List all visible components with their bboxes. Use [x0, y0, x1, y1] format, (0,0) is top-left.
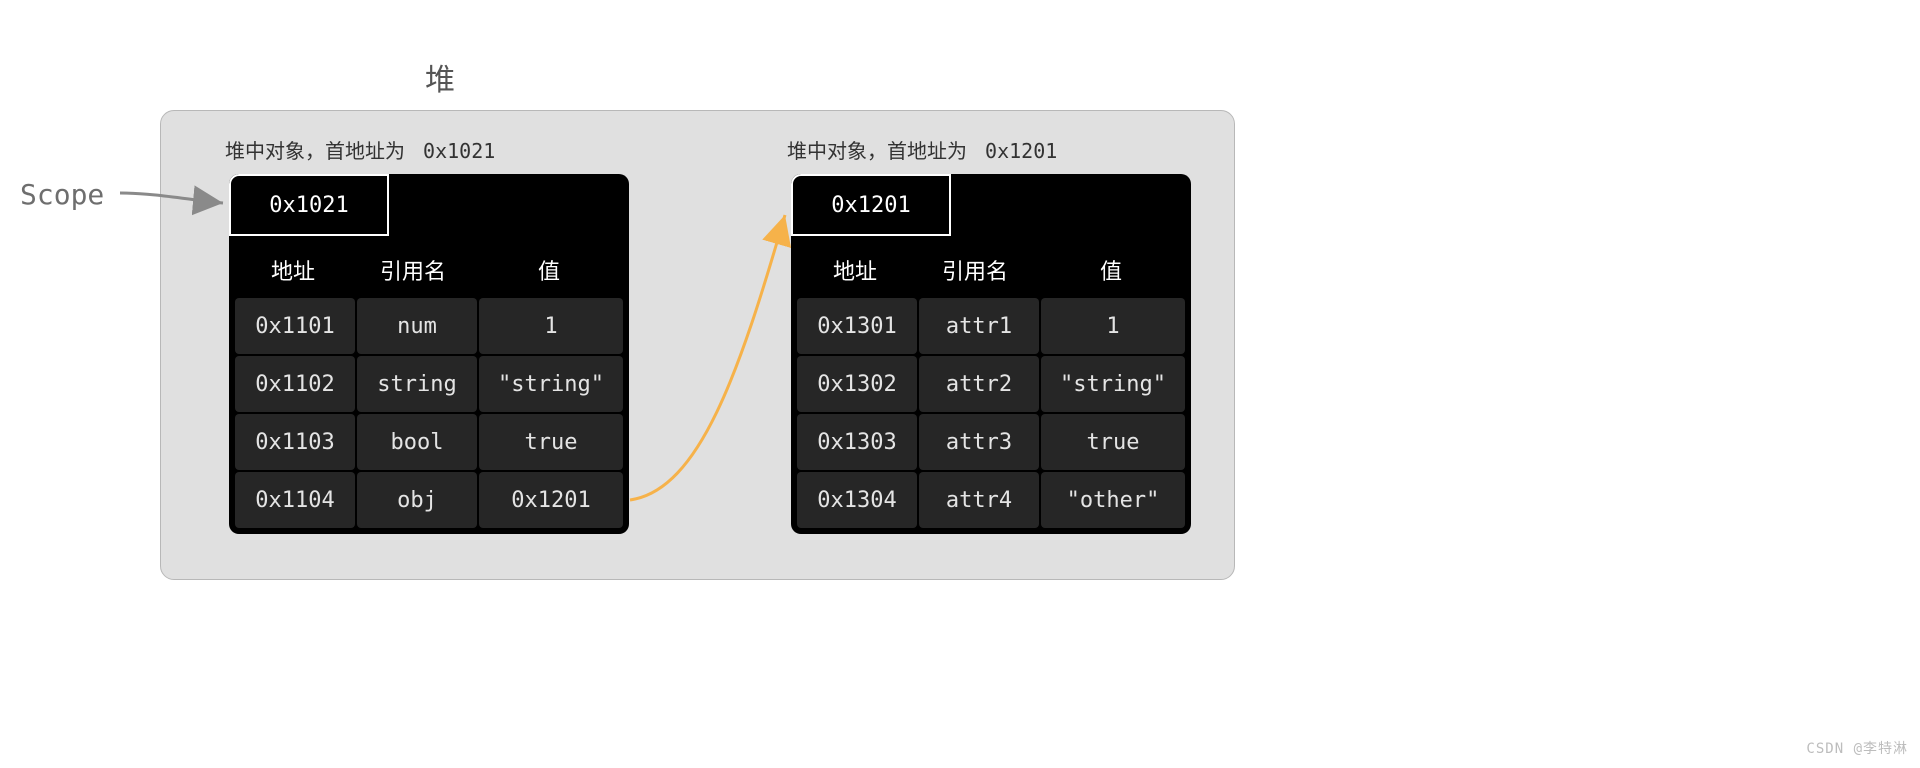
cell-value: "string": [1041, 356, 1185, 412]
cell-name: attr2: [919, 356, 1039, 412]
cell-value: 1: [1041, 298, 1185, 354]
table-row: 0x1301 attr1 1: [797, 298, 1185, 354]
block-b-start-address: 0x1201: [791, 174, 951, 236]
block-a-start-address: 0x1021: [229, 174, 389, 236]
block-b-caption: 堆中对象，首地址为 0x1201: [787, 135, 1057, 164]
cell-address: 0x1302: [797, 356, 917, 412]
cell-value: true: [1041, 414, 1185, 470]
scope-label: Scope: [20, 178, 104, 211]
cell-name: obj: [357, 472, 477, 528]
cell-address: 0x1304: [797, 472, 917, 528]
table-row: 0x1103 bool true: [235, 414, 623, 470]
block-b-caption-prefix: 堆中对象，首地址为: [787, 139, 967, 163]
heap-title: 堆: [425, 55, 463, 99]
column-header-name: 引用名: [915, 254, 1035, 286]
cell-address: 0x1301: [797, 298, 917, 354]
cell-name: attr4: [919, 472, 1039, 528]
column-header-name: 引用名: [353, 254, 473, 286]
watermark-text: CSDN @李特淋: [1806, 738, 1908, 758]
cell-address: 0x1102: [235, 356, 355, 412]
cell-value: 1: [479, 298, 623, 354]
cell-address: 0x1104: [235, 472, 355, 528]
block-a-column-headers: 地址 引用名 值: [229, 254, 629, 296]
heap-object-block-b: 0x1201 地址 引用名 值 0x1301 attr1 1 0x1302 at…: [791, 174, 1191, 534]
cell-value: "string": [479, 356, 623, 412]
cell-name: attr3: [919, 414, 1039, 470]
heap-object-block-a: 0x1021 地址 引用名 值 0x1101 num 1 0x1102 stri…: [229, 174, 629, 534]
table-row: 0x1302 attr2 "string": [797, 356, 1185, 412]
block-a-rows: 0x1101 num 1 0x1102 string "string" 0x11…: [229, 298, 629, 534]
table-row: 0x1104 obj 0x1201: [235, 472, 623, 528]
block-b-caption-addr: 0x1201: [985, 139, 1057, 163]
block-a-caption: 堆中对象，首地址为 0x1021: [225, 135, 495, 164]
cell-address: 0x1303: [797, 414, 917, 470]
table-row: 0x1303 attr3 true: [797, 414, 1185, 470]
cell-name: attr1: [919, 298, 1039, 354]
table-row: 0x1304 attr4 "other": [797, 472, 1185, 528]
column-header-address: 地址: [233, 254, 353, 286]
block-a-caption-prefix: 堆中对象，首地址为: [225, 139, 405, 163]
block-a-caption-addr: 0x1021: [423, 139, 495, 163]
table-row: 0x1102 string "string": [235, 356, 623, 412]
block-b-column-headers: 地址 引用名 值: [791, 254, 1191, 296]
cell-address: 0x1101: [235, 298, 355, 354]
cell-value: "other": [1041, 472, 1185, 528]
cell-name: bool: [357, 414, 477, 470]
cell-name: string: [357, 356, 477, 412]
column-header-value: 值: [1035, 254, 1187, 286]
cell-name: num: [357, 298, 477, 354]
cell-address: 0x1103: [235, 414, 355, 470]
cell-value: true: [479, 414, 623, 470]
table-row: 0x1101 num 1: [235, 298, 623, 354]
column-header-address: 地址: [795, 254, 915, 286]
block-b-rows: 0x1301 attr1 1 0x1302 attr2 "string" 0x1…: [791, 298, 1191, 534]
cell-value: 0x1201: [479, 472, 623, 528]
diagram-canvas: 堆 Scope 堆中对象，首地址为 0x1021 堆中对象，首地址为 0x120…: [0, 0, 1920, 768]
column-header-value: 值: [473, 254, 625, 286]
